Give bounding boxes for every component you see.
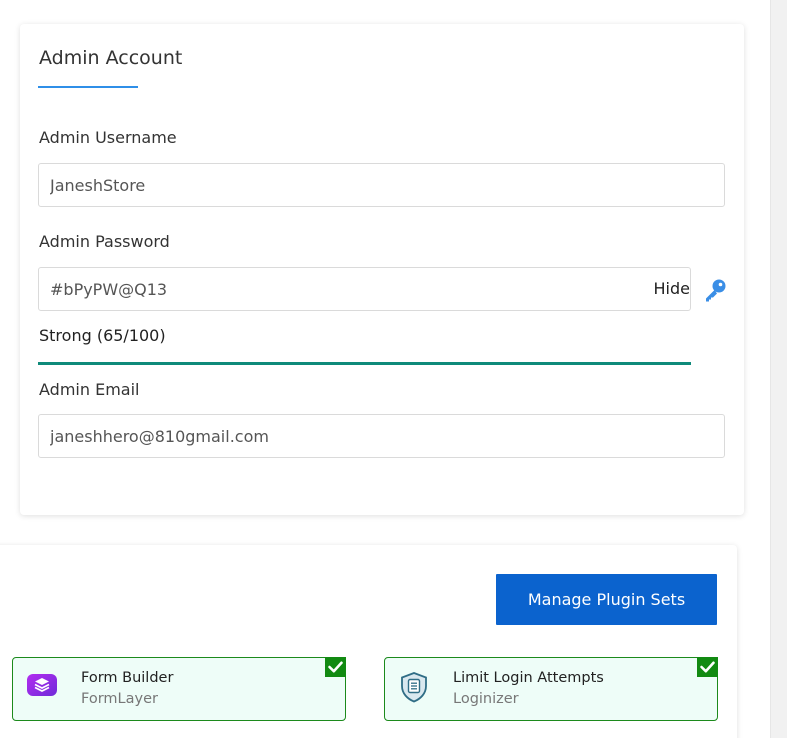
username-label: Admin Username	[39, 128, 177, 147]
shield-document-icon	[397, 670, 431, 704]
page: Admin Account Admin Username Admin Passw…	[0, 0, 787, 738]
email-input[interactable]	[38, 414, 725, 458]
plugin-vendor: FormLayer	[81, 691, 158, 707]
checkmark-icon	[700, 661, 715, 673]
checkmark-icon	[328, 661, 343, 673]
password-strength-label: Strong (65/100)	[39, 326, 166, 345]
stack-layers-icon	[25, 670, 59, 704]
scrollbar-gutter[interactable]	[770, 0, 787, 738]
password-strength-fill	[38, 362, 691, 365]
password-field: Hide	[38, 267, 691, 311]
hide-password-button[interactable]: Hide	[654, 279, 690, 298]
plugin-card-form-builder[interactable]: Form Builder FormLayer	[12, 657, 346, 721]
plugin-selected-checkbox[interactable]	[325, 657, 346, 677]
plugin-selected-checkbox[interactable]	[697, 657, 718, 677]
plugin-name: Limit Login Attempts	[453, 670, 604, 686]
plugin-vendor: Loginizer	[453, 691, 519, 707]
username-input[interactable]	[38, 163, 725, 207]
card-title: Admin Account	[39, 47, 183, 69]
plugins-card: Manage Plugin Sets Form Builder FormLaye…	[0, 545, 737, 738]
password-label: Admin Password	[39, 232, 170, 251]
plugin-card-limit-login-attempts[interactable]: Limit Login Attempts Loginizer	[384, 657, 718, 721]
email-label: Admin Email	[39, 380, 140, 399]
password-input[interactable]	[39, 268, 639, 310]
title-underline	[38, 86, 138, 88]
generate-password-key-icon[interactable]	[701, 276, 729, 304]
password-strength-meter	[38, 362, 691, 365]
manage-plugin-sets-button[interactable]: Manage Plugin Sets	[496, 574, 717, 625]
plugin-name: Form Builder	[81, 670, 174, 686]
admin-account-card: Admin Account Admin Username Admin Passw…	[20, 24, 744, 515]
